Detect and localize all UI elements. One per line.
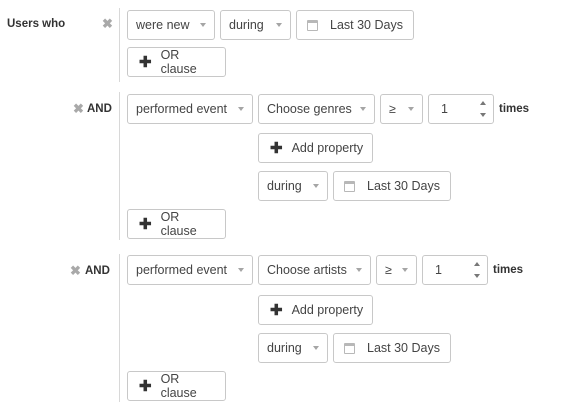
condition-3-times-label: times [493, 264, 524, 276]
condition-3-divider [119, 254, 120, 402]
calendar-icon [344, 180, 355, 192]
condition-1-subject-dropdown[interactable]: were new [127, 10, 215, 40]
condition-1-date-range-picker[interactable]: Last 30 Days [296, 10, 414, 40]
condition-3-date-range-value: Last 30 Days [367, 341, 440, 355]
plus-icon: ✚ [139, 53, 152, 71]
condition-2-comparator-dropdown[interactable]: ≥ [380, 94, 423, 124]
stepper-icon[interactable] [479, 101, 487, 117]
condition-2-times-label: times [499, 103, 530, 115]
condition-1-operator-dropdown[interactable]: during [220, 10, 291, 40]
chevron-down-icon [238, 268, 244, 272]
condition-3-action-dropdown[interactable]: performed event [127, 255, 253, 285]
chevron-down-icon [360, 107, 366, 111]
condition-3-operator-dropdown[interactable]: during [258, 333, 328, 363]
condition-2-date-range-value: Last 30 Days [367, 179, 440, 193]
condition-2-add-property-button[interactable]: ✚ Add property [258, 133, 373, 163]
condition-3-date-range-picker[interactable]: Last 30 Days [333, 333, 451, 363]
condition-1-operator-value: during [229, 18, 264, 32]
condition-2-operator-value: during [267, 179, 302, 193]
condition-2-event-value: Choose genres [267, 102, 352, 116]
plus-icon: ✚ [139, 377, 152, 395]
condition-1-subject-value: were new [136, 18, 190, 32]
remove-condition-3-close-icon[interactable]: ✖ [70, 264, 81, 277]
condition-1-date-range-value: Last 30 Days [330, 18, 403, 32]
condition-1-divider [119, 8, 120, 82]
remove-condition-2-close-icon[interactable]: ✖ [73, 102, 84, 115]
chevron-down-icon [200, 23, 206, 27]
condition-3-operator-value: during [267, 341, 302, 355]
condition-3-event-value: Choose artists [267, 263, 347, 277]
condition-3-action-value: performed event [136, 263, 228, 277]
condition-3-comparator-dropdown[interactable]: ≥ [376, 255, 417, 285]
add-property-label: Add property [291, 303, 364, 317]
chevron-down-icon [356, 268, 362, 272]
calendar-icon [307, 19, 318, 31]
condition-2-event-dropdown[interactable]: Choose genres [258, 94, 375, 124]
chevron-down-icon [313, 346, 319, 350]
condition-3-count-stepper[interactable]: 1 [422, 255, 488, 285]
stepper-icon[interactable] [473, 262, 481, 278]
users-who-label: Users who [7, 18, 66, 30]
condition-2-date-range-picker[interactable]: Last 30 Days [333, 171, 451, 201]
plus-icon: ✚ [270, 139, 283, 157]
chevron-down-icon [402, 268, 408, 272]
plus-icon: ✚ [139, 215, 152, 233]
calendar-icon [344, 342, 355, 354]
condition-3-or-clause-button[interactable]: ✚ OR clause [127, 371, 226, 401]
condition-2-count-value: 1 [441, 102, 448, 116]
condition-2-action-value: performed event [136, 102, 228, 116]
plus-icon: ✚ [270, 301, 283, 319]
condition-2-and-label: AND [87, 103, 112, 115]
condition-2-comparator-value: ≥ [389, 102, 396, 116]
condition-2-divider [119, 92, 120, 240]
condition-3-add-property-button[interactable]: ✚ Add property [258, 295, 373, 325]
condition-2-action-dropdown[interactable]: performed event [127, 94, 253, 124]
chevron-down-icon [313, 184, 319, 188]
chevron-down-icon [276, 23, 282, 27]
condition-3-count-value: 1 [435, 263, 442, 277]
or-clause-label: OR clause [160, 372, 197, 400]
condition-2-count-stepper[interactable]: 1 [428, 94, 494, 124]
remove-condition-1-close-icon[interactable]: ✖ [102, 17, 113, 30]
or-clause-label: OR clause [160, 48, 197, 76]
condition-1-or-clause-button[interactable]: ✚ OR clause [127, 47, 226, 77]
condition-2-operator-dropdown[interactable]: during [258, 171, 328, 201]
chevron-down-icon [238, 107, 244, 111]
or-clause-label: OR clause [160, 210, 197, 238]
add-property-label: Add property [291, 141, 364, 155]
condition-2-or-clause-button[interactable]: ✚ OR clause [127, 209, 226, 239]
condition-3-event-dropdown[interactable]: Choose artists [258, 255, 371, 285]
condition-3-comparator-value: ≥ [385, 263, 392, 277]
condition-3-and-label: AND [85, 265, 110, 277]
chevron-down-icon [408, 107, 414, 111]
